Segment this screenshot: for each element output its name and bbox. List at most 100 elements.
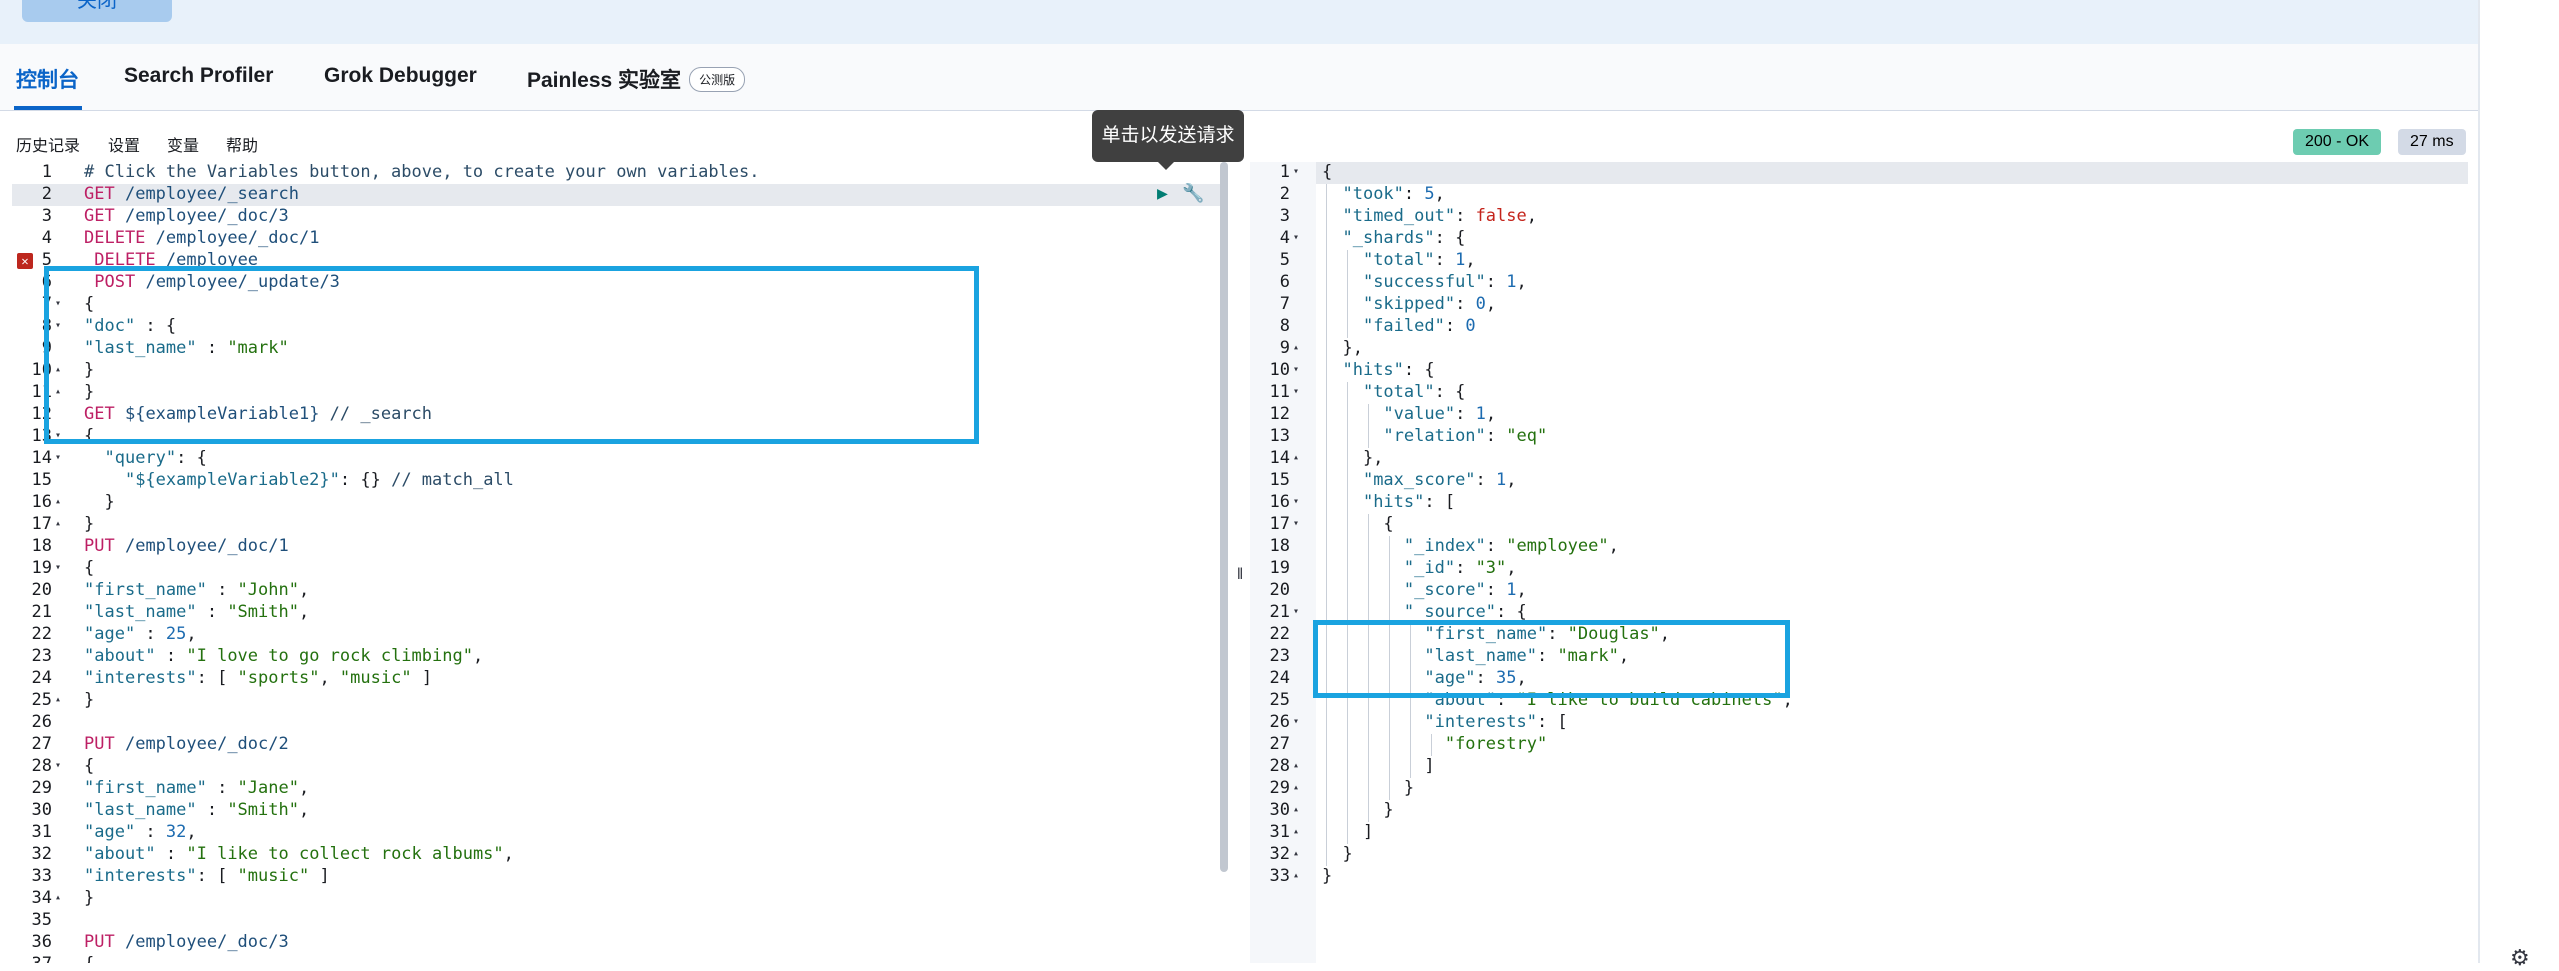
fold-close-icon[interactable]: ▴ xyxy=(55,513,61,535)
code-text: "_index": "employee", xyxy=(1403,536,1619,556)
help-menu[interactable]: 帮助 xyxy=(226,132,258,156)
indent-guide xyxy=(1389,536,1390,800)
code-text: "interests": [ xyxy=(1424,712,1568,732)
request-editor[interactable]: ▶ 🔧 1 # Click the Variables button, above… xyxy=(12,162,1226,963)
line-number: 11 xyxy=(31,382,52,402)
fold-close-icon[interactable]: ▴ xyxy=(1293,337,1299,359)
indent-guide xyxy=(1326,184,1327,866)
request-line: 25 ▴} xyxy=(12,689,1226,711)
fold-open-icon[interactable]: ▾ xyxy=(55,293,61,315)
line-number: 26 xyxy=(1269,712,1290,732)
request-line: 31 "age" : 32, xyxy=(12,821,1226,843)
pane-resize-handle[interactable]: ‖ xyxy=(1236,566,1244,590)
line-number: 34 xyxy=(31,888,52,908)
tab-console[interactable]: 控制台 xyxy=(16,64,79,94)
code-text: "doc" : { xyxy=(84,316,177,336)
line-number: 36 xyxy=(31,932,52,952)
fold-open-icon[interactable]: ▾ xyxy=(1293,381,1299,403)
line-number: 32 xyxy=(31,844,52,864)
fold-close-icon[interactable]: ▴ xyxy=(1293,799,1299,821)
line-number: 33 xyxy=(31,866,52,886)
response-line: 31 ▴ ] xyxy=(1250,821,2468,843)
fold-close-icon[interactable]: ▴ xyxy=(55,491,61,513)
settings-menu[interactable]: 设置 xyxy=(108,132,140,156)
code-text: "interests": [ "sports", "music" ] xyxy=(84,668,433,688)
fold-open-icon[interactable]: ▾ xyxy=(1293,359,1299,381)
send-request-tooltip: 单击以发送请求 xyxy=(1092,110,1244,170)
tab-search-profiler[interactable]: Search Profiler xyxy=(124,64,273,88)
history-menu[interactable]: 历史记录 xyxy=(16,132,80,156)
fold-close-icon[interactable]: ▴ xyxy=(1293,777,1299,799)
line-number: 28 xyxy=(31,756,52,776)
code-text: PUT /employee/_doc/1 xyxy=(84,536,289,556)
request-line: 22 "age" : 25, xyxy=(12,623,1226,645)
response-editor: 1 ▾{2 "took": 5, 3 "timed_out": false, 4 ▾ "… xyxy=(1250,162,2468,963)
request-line: 5 DELETE /employee xyxy=(12,249,1226,271)
close-button[interactable]: 关闭 xyxy=(22,0,172,22)
fold-close-icon[interactable]: ▴ xyxy=(1293,843,1299,865)
response-line: 25 "about": "I like to build cabinets", xyxy=(1250,689,2468,711)
fold-close-icon[interactable]: ▴ xyxy=(55,359,61,381)
fold-open-icon[interactable]: ▾ xyxy=(55,755,61,777)
line-number: 18 xyxy=(31,536,52,556)
line-number: 3 xyxy=(1279,206,1290,226)
fold-open-icon[interactable]: ▾ xyxy=(55,425,61,447)
response-line: 2 "took": 5, xyxy=(1250,183,2468,205)
line-number: 29 xyxy=(1269,778,1290,798)
fold-close-icon[interactable]: ▴ xyxy=(55,887,61,909)
line-number: 26 xyxy=(31,712,52,732)
code-text: "about": "I like to build cabinets", xyxy=(1424,690,1793,710)
request-line: 8 ▾ "doc" : { xyxy=(12,315,1226,337)
tab-grok-debugger[interactable]: Grok Debugger xyxy=(324,64,477,88)
response-line: 1 ▾ { xyxy=(1250,162,2468,183)
request-line: 36 PUT /employee/_doc/3 xyxy=(12,931,1226,953)
code-text: { xyxy=(84,294,95,314)
code-text: }, xyxy=(1322,448,1384,468)
fold-close-icon[interactable]: ▴ xyxy=(55,689,61,711)
response-line: 17 ▾ { xyxy=(1250,513,2468,535)
fold-close-icon[interactable]: ▴ xyxy=(1293,865,1299,887)
fold-close-icon[interactable]: ▴ xyxy=(1293,821,1299,843)
line-number: 20 xyxy=(1269,580,1290,600)
fold-open-icon[interactable]: ▾ xyxy=(55,315,61,337)
fold-open-icon[interactable]: ▾ xyxy=(1293,601,1299,623)
request-line: 21 "last_name" : "Smith", xyxy=(12,601,1226,623)
response-line: 26 ▾ "interests": [ xyxy=(1250,711,2468,733)
fold-close-icon[interactable]: ▴ xyxy=(1293,755,1299,777)
response-line: 4 ▾ "_shards": { xyxy=(1250,227,2468,249)
code-text: "age": 35, xyxy=(1424,668,1527,688)
fold-open-icon[interactable]: ▾ xyxy=(1293,513,1299,535)
fold-open-icon[interactable]: ▾ xyxy=(1293,162,1299,183)
fold-open-icon[interactable]: ▾ xyxy=(1293,227,1299,249)
response-line: 6 "successful": 1, xyxy=(1250,271,2468,293)
line-number: 22 xyxy=(31,624,52,644)
fold-open-icon[interactable]: ▾ xyxy=(1293,491,1299,513)
code-text: { xyxy=(84,756,95,776)
error-icon[interactable]: ✕ xyxy=(17,253,33,269)
indent-guide xyxy=(1347,250,1348,338)
code-text: "_source": { xyxy=(1403,602,1527,622)
request-line: 17 ▴} xyxy=(12,513,1226,535)
code-text: ] xyxy=(1322,756,1435,776)
code-text: { xyxy=(84,426,95,446)
request-line: 12 GET ${exampleVariable1} // _search xyxy=(12,403,1226,425)
line-number: 9 xyxy=(1279,338,1290,358)
variables-menu[interactable]: 变量 xyxy=(167,132,199,156)
code-text: "forestry" xyxy=(1444,734,1548,754)
request-scrollbar[interactable] xyxy=(1220,162,1228,872)
line-number: 3 xyxy=(41,206,52,226)
tab-painless-lab[interactable]: Painless 实验室 公测版 xyxy=(527,64,746,94)
line-number: 24 xyxy=(31,668,52,688)
fold-open-icon[interactable]: ▾ xyxy=(55,447,61,469)
fold-open-icon[interactable]: ▾ xyxy=(1293,711,1299,733)
request-line: 1 # Click the Variables button, above, to… xyxy=(12,162,1226,183)
fold-open-icon[interactable]: ▾ xyxy=(55,557,61,579)
line-number: 18 xyxy=(1269,536,1290,556)
fold-close-icon[interactable]: ▴ xyxy=(1293,447,1299,469)
request-line: 30 "last_name" : "Smith", xyxy=(12,799,1226,821)
request-line: 19 ▾ { xyxy=(12,557,1226,579)
gear-icon[interactable]: ⚙ xyxy=(2510,945,2530,971)
request-line: 3 GET /employee/_doc/3 xyxy=(12,205,1226,227)
fold-close-icon[interactable]: ▴ xyxy=(55,381,61,403)
code-text: PUT /employee/_doc/2 xyxy=(84,734,289,754)
